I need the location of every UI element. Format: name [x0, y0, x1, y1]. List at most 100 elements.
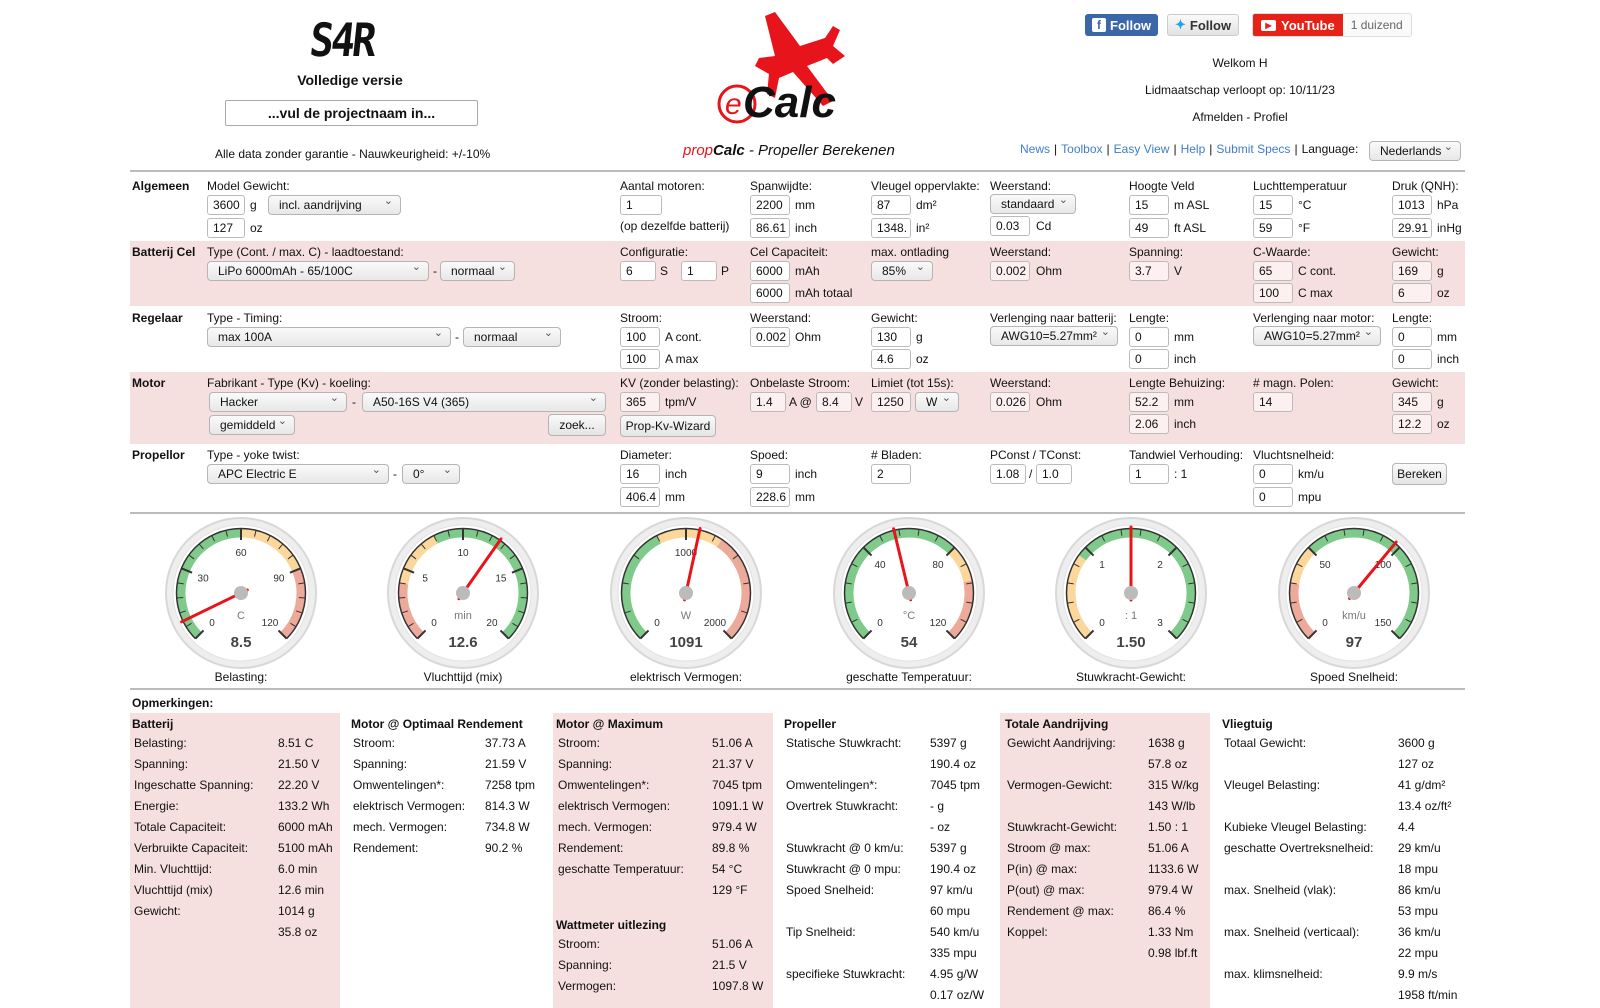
language-select[interactable]: Nederlands: [1369, 141, 1461, 161]
kv-label: KV (zonder belasting):: [620, 376, 739, 390]
battery-state-select[interactable]: normaal: [440, 261, 515, 281]
motor-extension-select[interactable]: AWG10=5.27mm²: [1253, 326, 1381, 346]
cells-parallel-input[interactable]: 1: [681, 261, 717, 281]
motor-resistance-input[interactable]: 0.026: [990, 392, 1030, 412]
air-temp-f-input[interactable]: 59: [1253, 218, 1293, 238]
cell-voltage-input[interactable]: 3.7: [1129, 261, 1169, 281]
youtube-subscribe-button[interactable]: ▶ YouTube 1 duizend: [1252, 13, 1412, 37]
pitch-inch-input[interactable]: 9: [750, 464, 790, 484]
pressure-inhg-input[interactable]: 29.91: [1392, 218, 1432, 238]
cells-serial-input[interactable]: 6: [620, 261, 656, 281]
flight-speed-mph-input[interactable]: 0: [1253, 487, 1293, 507]
c-cont-input[interactable]: 65: [1253, 261, 1293, 281]
motor-maker-select[interactable]: Hacker: [209, 392, 347, 412]
nav-news[interactable]: News: [1020, 142, 1050, 156]
prop-twist-select[interactable]: 0°: [402, 464, 460, 484]
diameter-mm-input[interactable]: 406.4: [620, 487, 660, 507]
poles-input[interactable]: 14: [1253, 392, 1293, 412]
esc-current-label: Stroom:: [620, 311, 663, 325]
youtube-play-icon: ▶: [1261, 19, 1276, 31]
nav-easy-view[interactable]: Easy View: [1114, 142, 1170, 156]
flight-speed-kmh-input[interactable]: 0: [1253, 464, 1293, 484]
esc-max-current-input[interactable]: 100: [620, 349, 660, 369]
esc-timing-select[interactable]: normaal: [463, 327, 561, 347]
esc-resistance-input[interactable]: 0.002: [750, 327, 790, 347]
case-length-inch-input[interactable]: 2.06: [1129, 414, 1169, 434]
model-weight-oz-input[interactable]: 127: [207, 218, 245, 238]
nav-toolbox[interactable]: Toolbox: [1061, 142, 1102, 156]
motor-extension-inch-input[interactable]: 0: [1392, 349, 1432, 369]
section-propellor: Propellor: [132, 448, 185, 462]
drag-cd-input[interactable]: 0.03: [990, 216, 1030, 236]
calculate-button[interactable]: Bereken: [1392, 463, 1447, 485]
cell-capacity-input[interactable]: 6000: [750, 261, 790, 281]
kv-input[interactable]: 365: [620, 392, 660, 412]
logout-profile-link[interactable]: Afmelden - Profiel: [1140, 110, 1340, 124]
pitch-mm-input[interactable]: 228.6: [750, 487, 790, 507]
drag-mode-select[interactable]: standaard: [990, 194, 1076, 214]
span-inch-input[interactable]: 86.61: [750, 218, 790, 238]
battery-resistance-input[interactable]: 0.002: [990, 261, 1030, 281]
pressure-hpa-input[interactable]: 1013: [1392, 195, 1432, 215]
result-label: elektrisch Vermogen:: [353, 799, 466, 813]
model-weight-g-input[interactable]: 3600: [207, 195, 245, 215]
result-label: Vermogen:: [558, 979, 617, 993]
motor-extension-mm-input[interactable]: 0: [1392, 327, 1432, 347]
motor-weight-g-input[interactable]: 345: [1392, 392, 1432, 412]
motor-search-button[interactable]: zoek...: [548, 414, 606, 436]
esc-weight-oz-input[interactable]: 4.6: [871, 349, 911, 369]
diameter-inch-input[interactable]: 16: [620, 464, 660, 484]
case-length-mm-input[interactable]: 52.2: [1129, 392, 1169, 412]
power-limit-unit-select[interactable]: W: [915, 392, 959, 412]
cell-weight-label: Gewicht:: [1392, 245, 1439, 259]
prop-kv-wizard-button[interactable]: Prop-Kv-Wizard: [620, 415, 716, 437]
wing-area-in2-input[interactable]: 1348.: [871, 218, 911, 238]
twitter-follow-button[interactable]: ✦ Follow: [1167, 14, 1240, 36]
span-mm-input[interactable]: 2200: [750, 195, 790, 215]
altitude-ft-input[interactable]: 49: [1129, 218, 1169, 238]
tconst-input[interactable]: 1.0: [1036, 464, 1072, 484]
altitude-m-input[interactable]: 15: [1129, 195, 1169, 215]
cell-weight-oz-input[interactable]: 6: [1392, 283, 1432, 303]
cell-weight-g-input[interactable]: 169: [1392, 261, 1432, 281]
pitch-label: Spoed:: [750, 448, 789, 462]
project-name-input[interactable]: ...vul de projectnaam in...: [225, 100, 478, 126]
motor-weight-oz-input[interactable]: 12.2: [1392, 414, 1432, 434]
noload-current-input[interactable]: 1.4: [750, 392, 786, 412]
battery-extension-select[interactable]: AWG10=5.27mm²: [990, 326, 1118, 346]
gauge-tick-label: 80: [932, 560, 944, 571]
motor-model-select[interactable]: A50-16S V4 (365): [362, 392, 606, 412]
result-label: Rendement @ max:: [1007, 904, 1114, 918]
esc-weight-g-input[interactable]: 130: [871, 327, 911, 347]
wing-area-dm2-input[interactable]: 87: [871, 195, 911, 215]
total-capacity-input[interactable]: 6000: [750, 283, 790, 303]
gauge-hub: [456, 586, 470, 600]
noload-current-label: Onbelaste Stroom:: [750, 376, 851, 390]
facebook-follow-button[interactable]: f Follow: [1085, 14, 1159, 36]
unit: A max: [665, 352, 699, 366]
motor-cooling-select[interactable]: gemiddeld: [209, 415, 295, 435]
power-limit-input[interactable]: 1250: [871, 392, 911, 412]
battery-extension-inch-input[interactable]: 0: [1129, 349, 1169, 369]
c-max-input[interactable]: 100: [1253, 283, 1293, 303]
air-temp-c-input[interactable]: 15: [1253, 195, 1293, 215]
result-value: 97 km/u: [930, 883, 973, 897]
esc-cont-current-input[interactable]: 100: [620, 327, 660, 347]
result-value: 86 km/u: [1398, 883, 1441, 897]
gauge-label: elektrisch Vermogen:: [629, 670, 743, 684]
unit: mm: [795, 198, 815, 212]
esc-type-select[interactable]: max 100A: [207, 327, 451, 347]
battery-extension-mm-input[interactable]: 0: [1129, 327, 1169, 347]
nav-submit-specs[interactable]: Submit Specs: [1216, 142, 1290, 156]
max-discharge-select[interactable]: 85%: [871, 261, 933, 281]
blades-input[interactable]: 2: [871, 464, 911, 484]
motor-count-input[interactable]: 1: [620, 195, 662, 215]
weight-mode-select[interactable]: incl. aandrijving: [268, 195, 401, 215]
gauge-value: 8.5: [231, 634, 252, 651]
nav-help[interactable]: Help: [1181, 142, 1206, 156]
pconst-input[interactable]: 1.08: [990, 464, 1026, 484]
gear-ratio-input[interactable]: 1: [1129, 464, 1169, 484]
battery-type-select[interactable]: LiPo 6000mAh - 65/100C: [207, 261, 429, 281]
noload-voltage-input[interactable]: 8.4: [816, 392, 852, 412]
prop-type-select[interactable]: APC Electric E: [207, 464, 389, 484]
